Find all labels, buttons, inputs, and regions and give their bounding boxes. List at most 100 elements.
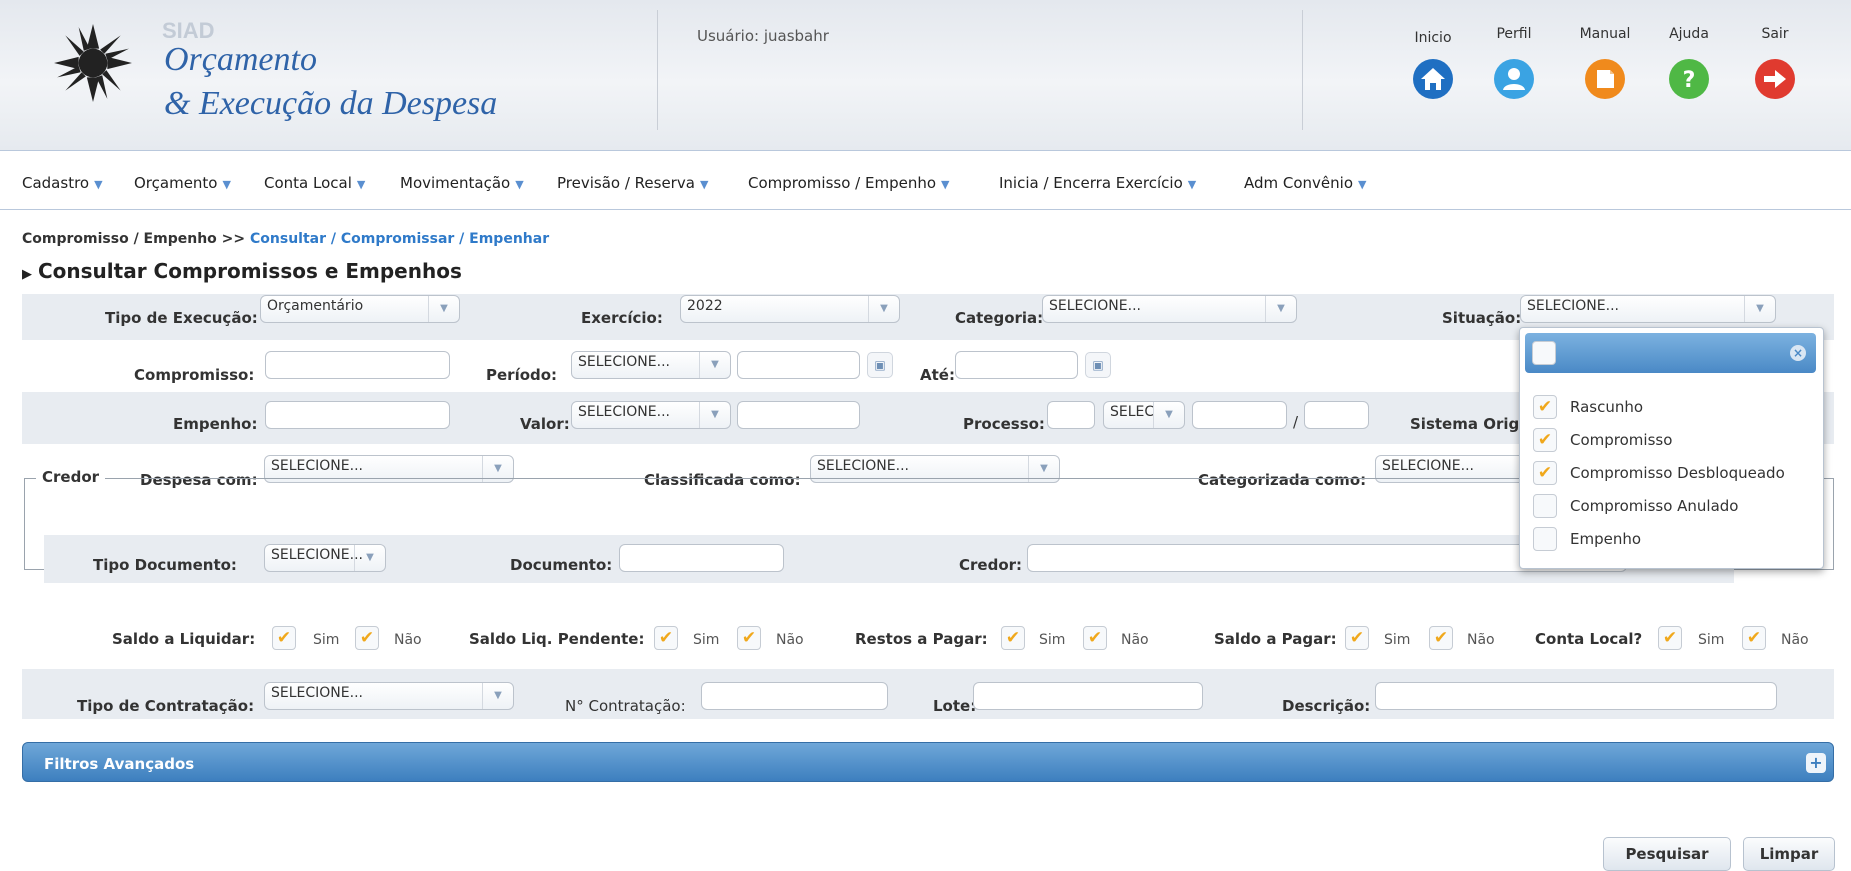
advanced-filters-title: Filtros Avançados <box>44 755 195 773</box>
tipo-documento-value: SELECIONE... <box>271 547 363 563</box>
menu-previsao-reserva[interactable]: Previsão / Reserva ▼ <box>557 174 708 192</box>
exercicio-value: 2022 <box>687 298 723 314</box>
saldo-liquidar-sim-checkbox[interactable]: ✔ <box>272 626 296 650</box>
breadcrumb: Compromisso / Empenho >> Consultar / Com… <box>22 231 549 247</box>
calendar-icon[interactable]: ▣ <box>867 352 893 378</box>
menu-conta-local[interactable]: Conta Local ▼ <box>264 174 365 192</box>
lote-input[interactable] <box>973 682 1203 710</box>
compromisso-desbloqueado-option[interactable]: Compromisso Desbloqueado <box>1570 464 1785 482</box>
menu-orcamento-label: Orçamento <box>134 174 218 192</box>
compromisso-desbloqueado-checkbox[interactable]: ✔ <box>1533 461 1557 485</box>
select-all-checkbox[interactable] <box>1532 341 1556 365</box>
empenho-input[interactable] <box>265 401 450 429</box>
breadcrumb-root[interactable]: Compromisso / Empenho >> <box>22 231 245 247</box>
chevron-down-icon: ▼ <box>356 178 366 191</box>
saldo-liq-pendente-label: Saldo Liq. Pendente: <box>469 630 645 648</box>
documento-input[interactable] <box>619 544 784 572</box>
nav-help[interactable]: Ajuda <box>1659 26 1719 42</box>
breadcrumb-current[interactable]: Consultar / Compromissar / Empenhar <box>250 231 549 247</box>
nav-home[interactable]: Inicio <box>1403 30 1463 46</box>
saldo-liq-pendente-sim-checkbox[interactable]: ✔ <box>654 626 678 650</box>
saldo-pagar-nao-checkbox[interactable]: ✔ <box>1429 626 1453 650</box>
categoria-value: SELECIONE... <box>1049 298 1141 314</box>
rascunho-checkbox[interactable]: ✔ <box>1533 395 1557 419</box>
processo-label: Processo: <box>963 415 1045 433</box>
n-contratacao-label: N° Contratação: <box>565 697 686 715</box>
compromisso-checkbox[interactable]: ✔ <box>1533 428 1557 452</box>
empenho-checkbox[interactable] <box>1533 527 1557 551</box>
saldo-pagar-sim-checkbox[interactable]: ✔ <box>1345 626 1369 650</box>
situacao-select[interactable]: SELECIONE... ▼ <box>1520 295 1776 323</box>
plus-icon[interactable]: + <box>1806 753 1826 773</box>
nav-manual-label: Manual <box>1579 26 1631 42</box>
menu-orcamento[interactable]: Orçamento ▼ <box>134 174 231 192</box>
help-icon[interactable]: ? <box>1669 59 1709 99</box>
chevron-down-icon: ▼ <box>1187 178 1197 191</box>
chevron-down-icon: ▼ <box>515 178 524 191</box>
classificada-como-value: SELECIONE... <box>817 458 909 474</box>
conta-local-sim-checkbox[interactable]: ✔ <box>1658 626 1682 650</box>
chevron-down-icon: ▼ <box>1358 178 1367 191</box>
menu-previsao-reserva-label: Previsão / Reserva <box>557 174 695 192</box>
valor-input[interactable] <box>737 401 860 429</box>
compromisso-anulado-option[interactable]: Compromisso Anulado <box>1570 497 1739 515</box>
conta-local-sim-label: Sim <box>1698 632 1725 648</box>
clear-button[interactable]: Limpar <box>1743 837 1835 871</box>
exit-icon[interactable] <box>1755 59 1795 99</box>
saldo-liquidar-sim-label: Sim <box>313 632 340 648</box>
menu-adm-convenio[interactable]: Adm Convênio ▼ <box>1244 174 1366 192</box>
menu-inicia-encerra[interactable]: Inicia / Encerra Exercício ▼ <box>999 174 1196 192</box>
restos-pagar-nao-label: Não <box>1121 632 1149 648</box>
processo-input-1[interactable] <box>1047 401 1095 429</box>
restos-pagar-nao-checkbox[interactable]: ✔ <box>1083 626 1107 650</box>
tipo-documento-label: Tipo Documento: <box>93 556 237 574</box>
manual-icon[interactable] <box>1585 59 1625 99</box>
search-button[interactable]: Pesquisar <box>1603 837 1731 871</box>
chevron-down-icon: ▼ <box>354 545 385 571</box>
compromisso-option[interactable]: Compromisso <box>1570 431 1672 449</box>
ate-date-input[interactable] <box>955 351 1078 379</box>
periodo-start-date-input[interactable] <box>737 351 860 379</box>
calendar-icon[interactable]: ▣ <box>1085 352 1111 378</box>
compromisso-anulado-checkbox[interactable] <box>1533 494 1557 518</box>
nav-exit[interactable]: Sair <box>1745 26 1805 42</box>
conta-local-nao-checkbox[interactable]: ✔ <box>1742 626 1766 650</box>
exercicio-select[interactable]: 2022 ▼ <box>680 295 900 323</box>
processo-input-3[interactable] <box>1304 401 1369 429</box>
situacao-dropdown-header <box>1525 333 1816 373</box>
compromisso-input[interactable] <box>265 351 450 379</box>
empenho-option[interactable]: Empenho <box>1570 530 1641 548</box>
categoria-label: Categoria: <box>955 309 1044 327</box>
periodo-select[interactable]: SELECIONE... ▼ <box>571 351 731 379</box>
tipo-contratacao-select[interactable]: SELECIONE... ▼ <box>264 682 514 710</box>
processo-select[interactable]: SELEC ▼ <box>1103 401 1185 429</box>
processo-input-2[interactable] <box>1192 401 1287 429</box>
categoria-select[interactable]: SELECIONE... ▼ <box>1042 295 1297 323</box>
menu-movimentacao[interactable]: Movimentação ▼ <box>400 174 524 192</box>
tipo-execucao-select[interactable]: Orçamentário ▼ <box>260 295 460 323</box>
close-icon[interactable]: × <box>1790 345 1806 361</box>
saldo-liq-pendente-nao-label: Não <box>776 632 804 648</box>
processo-separator: / <box>1293 413 1299 431</box>
descricao-input[interactable] <box>1375 682 1777 710</box>
saldo-liq-pendente-nao-checkbox[interactable]: ✔ <box>737 626 761 650</box>
tipo-documento-select[interactable]: SELECIONE... ▼ <box>264 544 386 572</box>
chevron-down-icon: ▼ <box>1265 296 1296 322</box>
restos-pagar-sim-checkbox[interactable]: ✔ <box>1001 626 1025 650</box>
valor-select[interactable]: SELECIONE... ▼ <box>571 401 731 429</box>
home-icon[interactable] <box>1413 59 1453 99</box>
user-icon[interactable] <box>1494 59 1534 99</box>
nav-profile[interactable]: Perfil <box>1484 26 1544 42</box>
menu-compromisso-empenho[interactable]: Compromisso / Empenho ▼ <box>748 174 949 192</box>
chevron-down-icon: ▼ <box>428 296 459 322</box>
restos-pagar-sim-label: Sim <box>1039 632 1066 648</box>
nav-manual[interactable]: Manual <box>1570 26 1640 42</box>
saldo-liquidar-nao-checkbox[interactable]: ✔ <box>355 626 379 650</box>
rascunho-option[interactable]: Rascunho <box>1570 398 1643 416</box>
advanced-filters-panel[interactable] <box>22 742 1834 782</box>
n-contratacao-input[interactable] <box>701 682 888 710</box>
menu-cadastro[interactable]: Cadastro ▼ <box>22 174 103 192</box>
saldo-liquidar-nao-label: Não <box>394 632 422 648</box>
valor-value: SELECIONE... <box>578 404 670 420</box>
menu-movimentacao-label: Movimentação <box>400 174 511 192</box>
